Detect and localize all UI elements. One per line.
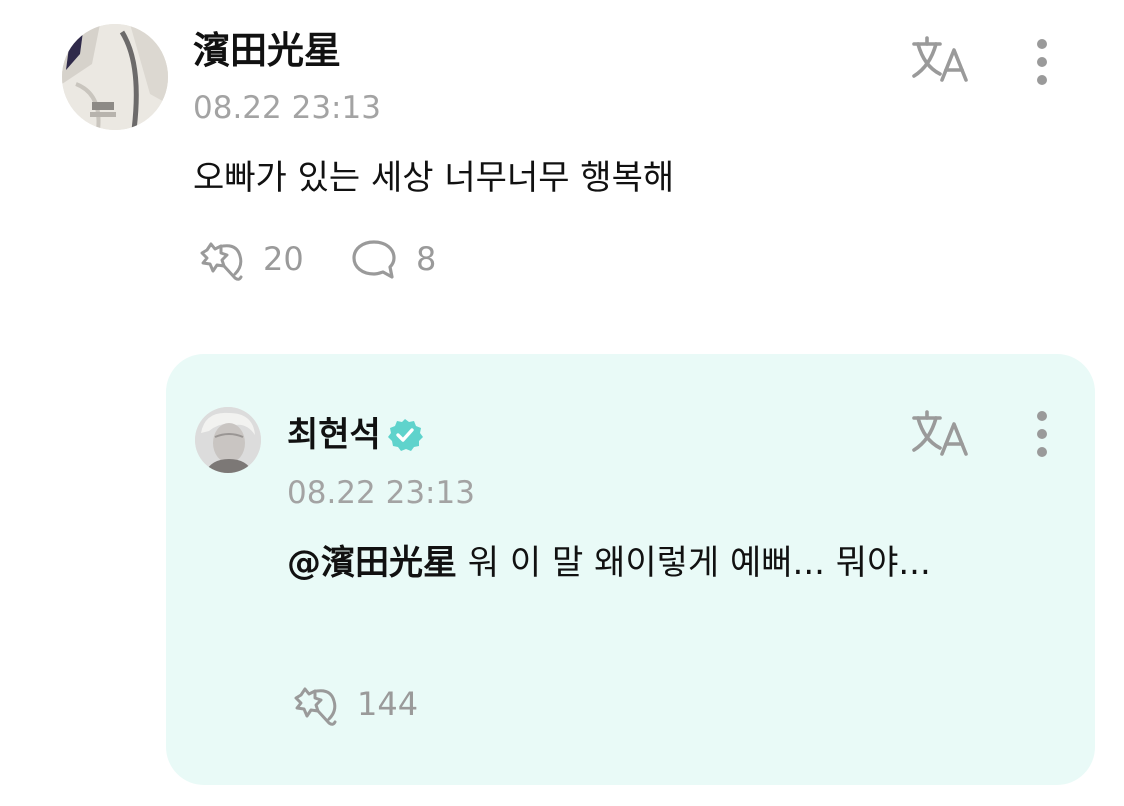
reply-author[interactable]: 최현석 xyxy=(287,412,423,458)
reply-translate-button[interactable] xyxy=(910,408,974,464)
reply-count: 8 xyxy=(416,240,437,278)
reply-like-count: 144 xyxy=(357,685,419,723)
reply-text: @濱田光星 워 이 말 왜이렇게 예뻐... 뭐야... xyxy=(287,537,1027,589)
reply-button[interactable]: 8 xyxy=(350,236,436,282)
comment-timestamp: 08.22 23:13 xyxy=(193,90,381,126)
cheer-hand-icon xyxy=(200,242,243,281)
author-avatar[interactable] xyxy=(62,24,168,130)
reply-author-avatar[interactable] xyxy=(195,407,261,473)
verified-badge-icon xyxy=(387,417,423,453)
mention-link[interactable]: @濱田光星 xyxy=(287,543,457,583)
more-options-button[interactable] xyxy=(1027,38,1057,92)
comment-text: 오빠가 있는 세상 너무너무 행복해 xyxy=(193,158,675,198)
comment-item: 濱田光星 08.22 23:13 오빠가 있는 세상 너무너무 행복해 20 8 xyxy=(0,0,1124,330)
author-name[interactable]: 濱田光星 xyxy=(193,26,341,76)
translate-icon xyxy=(912,36,968,82)
reply-more-options-button[interactable] xyxy=(1027,410,1057,464)
reply-message: 워 이 말 왜이렇게 예뻐... 뭐야... xyxy=(457,543,931,583)
like-count: 20 xyxy=(263,240,304,278)
speech-bubble-icon xyxy=(352,240,396,279)
cheer-hand-icon xyxy=(294,687,337,726)
reply-timestamp: 08.22 23:13 xyxy=(287,475,475,511)
like-button[interactable]: 20 xyxy=(193,236,304,282)
avatar-image xyxy=(195,407,261,473)
avatar-image xyxy=(62,24,168,130)
reply-like-button[interactable]: 144 xyxy=(287,681,418,727)
more-vertical-icon xyxy=(1037,39,1047,85)
translate-button[interactable] xyxy=(910,34,974,90)
more-vertical-icon xyxy=(1037,411,1047,457)
translate-icon xyxy=(912,410,968,456)
reply-author-name: 최현석 xyxy=(287,415,381,455)
